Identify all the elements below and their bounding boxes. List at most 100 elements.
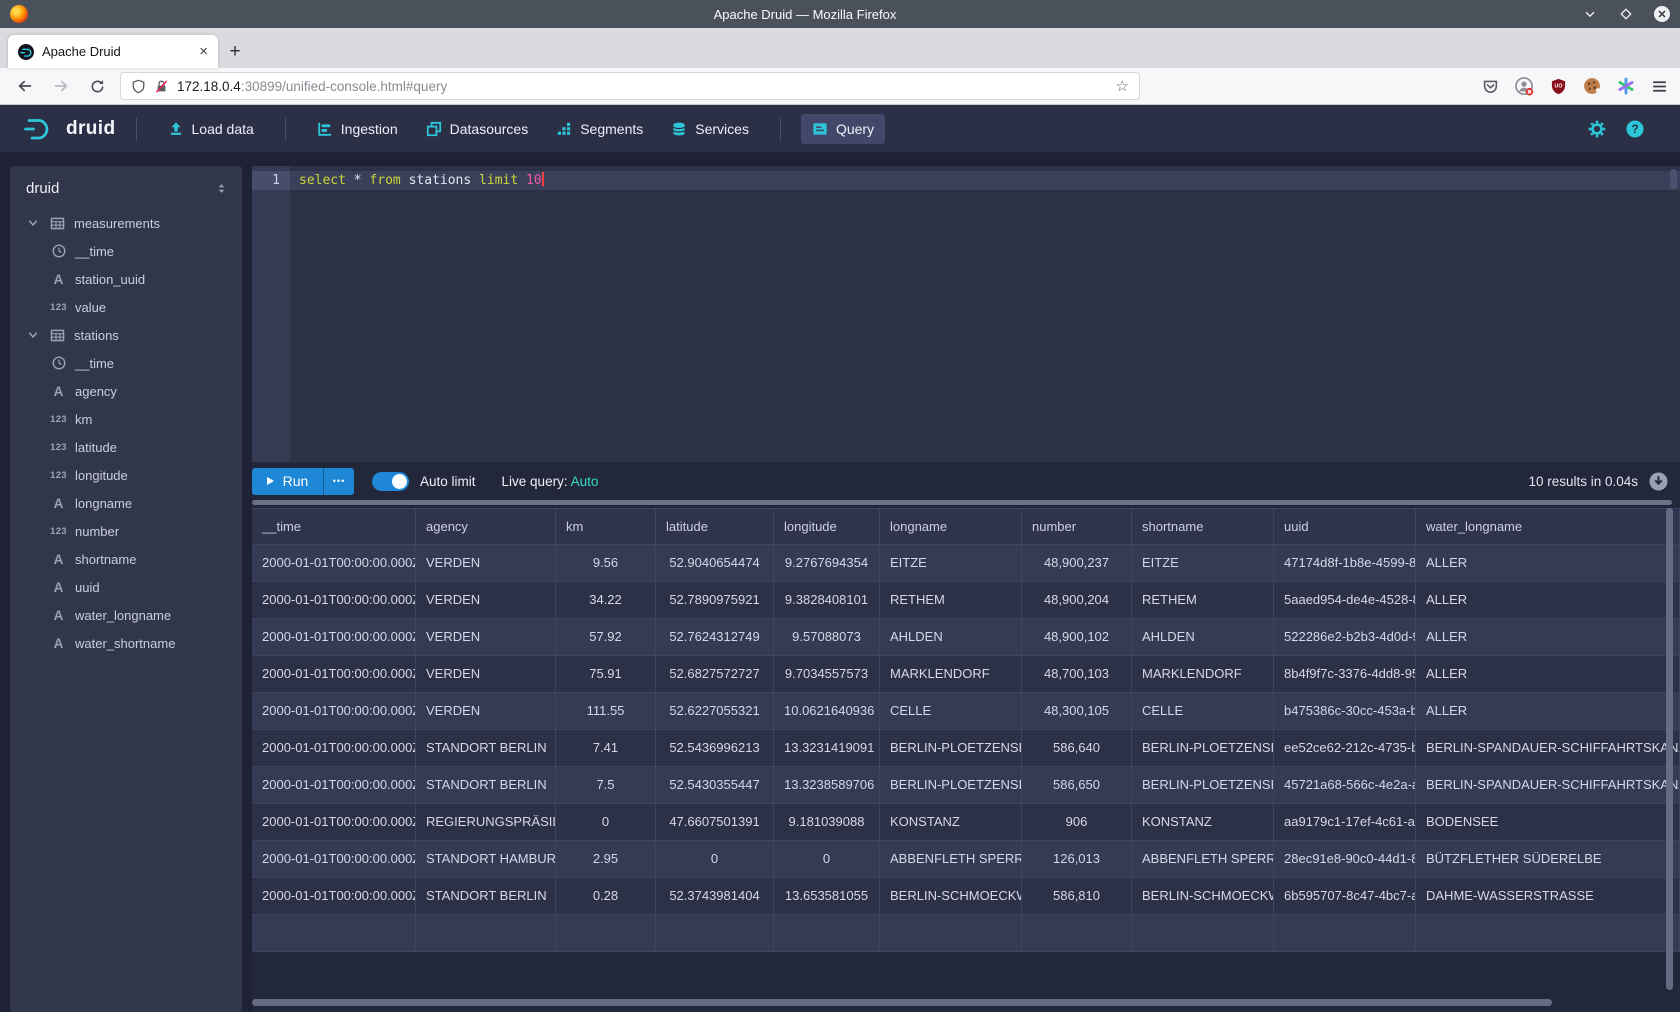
tree-column-__time[interactable]: __time [10, 237, 242, 265]
url-text[interactable]: 172.18.0.4:30899/unified-console.html#qu… [177, 79, 1108, 94]
table-cell: 5aaed954-de4e-4528-8f [1274, 582, 1416, 619]
tree-column-station_uuid[interactable]: Astation_uuid [10, 265, 242, 293]
column-header-__time[interactable]: __time [252, 508, 416, 545]
nav-item-segments[interactable]: Segments [545, 114, 654, 144]
druid-logo[interactable]: druid [22, 116, 116, 142]
tree-column-label: uuid [75, 580, 100, 595]
browser-tab[interactable]: Apache Druid × [8, 35, 218, 68]
table-cell: 9.2767694354 [774, 545, 880, 582]
settings-gear-icon[interactable] [1588, 120, 1606, 138]
nav-item-load-data[interactable]: Load data [157, 114, 265, 144]
reload-button[interactable] [84, 73, 110, 99]
help-icon[interactable]: ? [1626, 120, 1644, 138]
table-cell: 111.55 [556, 693, 656, 730]
back-button[interactable] [12, 73, 38, 99]
tree-column-agency[interactable]: Aagency [10, 377, 242, 405]
table-cell: 45721a68-566c-4e2a-a6 [1274, 767, 1416, 804]
column-header-km[interactable]: km [556, 508, 656, 545]
column-header-shortname[interactable]: shortname [1132, 508, 1274, 545]
extension-asterisk-icon[interactable] [1617, 77, 1635, 95]
nav-item-label: Datasources [450, 121, 529, 137]
forward-button[interactable] [48, 73, 74, 99]
column-header-latitude[interactable]: latitude [656, 508, 774, 545]
tree-column-shortname[interactable]: Ashortname [10, 545, 242, 573]
column-header-uuid[interactable]: uuid [1274, 508, 1416, 545]
table-cell: BERLIN-PLOETZENSEE OW [1132, 730, 1274, 767]
bookmark-star-icon[interactable]: ☆ [1116, 77, 1129, 95]
new-tab-button[interactable]: + [218, 35, 252, 68]
tree-column-value[interactable]: 123value [10, 293, 242, 321]
tree-column-water_longname[interactable]: Awater_longname [10, 601, 242, 629]
sql-editor[interactable]: 1 select * from stations limit 10 [252, 166, 1680, 462]
vertical-scrollbar[interactable] [1666, 508, 1673, 990]
table-cell: 9.56 [556, 545, 656, 582]
table-cell: ALLER [1416, 619, 1680, 656]
window-titlebar: Apache Druid — Mozilla Firefox ✕ [0, 0, 1680, 28]
column-header-number[interactable]: number [1022, 508, 1132, 545]
toggle-knob [392, 474, 407, 489]
nav-item-ingestion[interactable]: Ingestion [306, 114, 409, 144]
nav-item-services[interactable]: Services [660, 114, 760, 144]
table-cell: RETHEM [1132, 582, 1274, 619]
column-header-agency[interactable]: agency [416, 508, 556, 545]
window-maximize-icon[interactable] [1618, 6, 1634, 22]
header-separator [780, 118, 781, 140]
horizontal-scrollbar[interactable] [252, 999, 1552, 1006]
window-close-icon[interactable]: ✕ [1654, 6, 1670, 22]
insecure-lock-icon[interactable] [154, 79, 169, 94]
shield-icon[interactable] [131, 79, 146, 94]
download-icon[interactable] [1649, 472, 1668, 491]
play-icon [267, 477, 274, 485]
table-cell: VERDEN [416, 656, 556, 693]
sql-token-star: * [354, 173, 362, 188]
column-header-longname[interactable]: longname [880, 508, 1022, 545]
tree-column-label: water_longname [75, 608, 171, 623]
tree-column-longitude[interactable]: 123longitude [10, 461, 242, 489]
run-more-button[interactable]: ••• [324, 468, 354, 495]
table-cell: 2000-01-01T00:00:00.000Z [252, 730, 416, 767]
cookie-icon[interactable] [1583, 77, 1601, 95]
line-number: 1 [252, 171, 290, 190]
auto-limit-toggle[interactable] [372, 472, 409, 491]
pane-resize-handle[interactable] [252, 500, 1672, 505]
window-minimize-icon[interactable] [1582, 6, 1598, 22]
tree-table-measurements[interactable]: measurements [10, 209, 242, 237]
caret-down-icon[interactable] [24, 217, 41, 229]
svg-text:?: ? [1631, 121, 1638, 135]
column-header-longitude[interactable]: longitude [774, 508, 880, 545]
pocket-icon[interactable] [1482, 78, 1499, 95]
editor-code-area[interactable]: select * from stations limit 10 [290, 166, 1680, 462]
live-query-value[interactable]: Auto [571, 474, 599, 489]
query-view: druid measurements__timeAstation_uuid123… [0, 152, 1680, 1012]
tree-column-number[interactable]: 123number [10, 517, 242, 545]
caret-down-icon[interactable] [24, 329, 41, 341]
table-cell: 52.5430355447 [656, 767, 774, 804]
table-icon [49, 328, 66, 343]
table-row: 2000-01-01T00:00:00.000ZVERDEN111.5552.6… [252, 693, 1680, 730]
tree-column-uuid[interactable]: Auuid [10, 573, 242, 601]
url-bar[interactable]: 172.18.0.4:30899/unified-console.html#qu… [120, 72, 1140, 100]
sql-query-line[interactable]: select * from stations limit 10 [290, 171, 1680, 190]
tree-column-__time[interactable]: __time [10, 349, 242, 377]
tree-column-latitude[interactable]: 123latitude [10, 433, 242, 461]
nav-item-datasources[interactable]: Datasources [415, 114, 540, 144]
table-cell: DAHME-WASSERSTRASSE [1416, 878, 1680, 915]
tree-table-stations[interactable]: stations [10, 321, 242, 349]
column-header-water_longname[interactable]: water_longname [1416, 508, 1680, 545]
tree-column-longname[interactable]: Alongname [10, 489, 242, 517]
ublock-icon[interactable]: UO [1550, 78, 1567, 95]
sort-double-caret-icon[interactable] [215, 182, 228, 195]
tab-close-icon[interactable]: × [199, 43, 208, 60]
run-button[interactable]: Run [252, 468, 324, 495]
tree-column-water_shortname[interactable]: Awater_shortname [10, 629, 242, 657]
nav-item-query[interactable]: Query [801, 114, 885, 144]
string-type-icon: A [50, 552, 67, 567]
editor-scrollbar[interactable] [1670, 169, 1677, 189]
account-icon[interactable] [1515, 77, 1534, 96]
table-header-row: __timeagencykmlatitudelongitudelongnamen… [252, 508, 1680, 545]
run-toolbar: Run ••• Auto limit Live query: Auto 10 r… [252, 462, 1680, 500]
table-cell: 2000-01-01T00:00:00.000Z [252, 656, 416, 693]
tree-column-km[interactable]: 123km [10, 405, 242, 433]
table-cell: 2000-01-01T00:00:00.000Z [252, 619, 416, 656]
menu-hamburger-icon[interactable] [1651, 78, 1668, 95]
